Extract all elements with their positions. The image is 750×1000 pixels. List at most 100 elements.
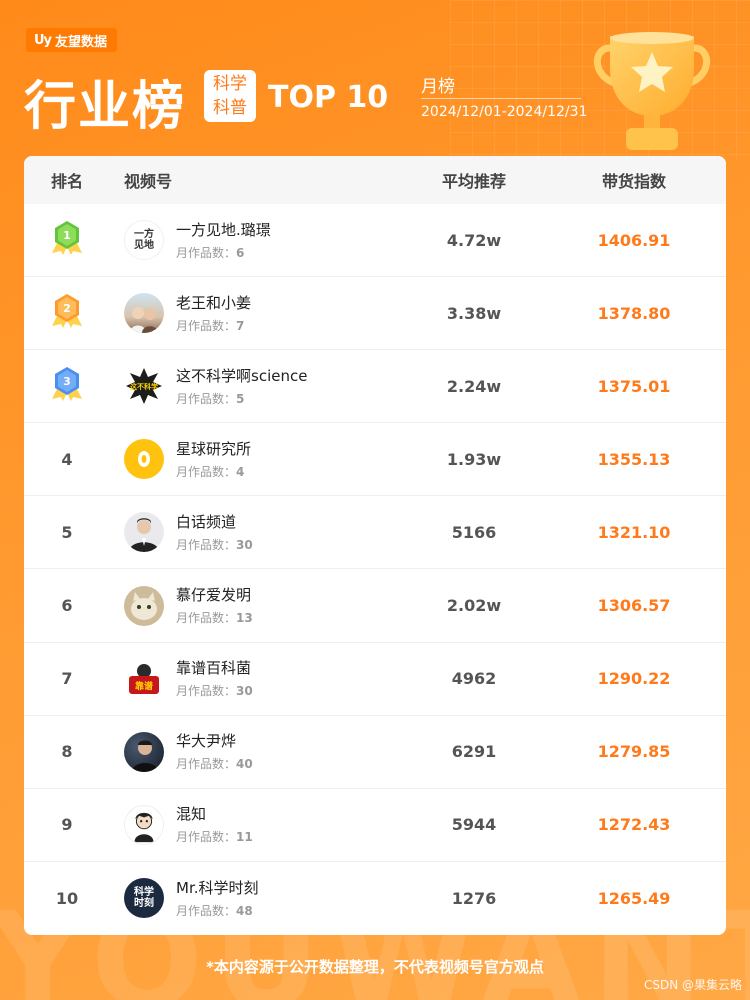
table-row[interactable]: 4 星球研究所 月作品数：4 1.93w 1355.13 — [24, 423, 726, 497]
brand-badge: Uy 友望数据 — [26, 28, 118, 52]
page-title: 行业榜 — [24, 77, 187, 137]
period-divider — [421, 98, 581, 99]
avg-recommend-value: 2.24w — [446, 376, 502, 396]
account-name[interactable]: 老王和小姜 — [176, 293, 251, 313]
couple-photo-icon — [130, 307, 158, 334]
planet-ring-logo-icon — [138, 451, 150, 468]
avatar — [124, 512, 164, 553]
account-name[interactable]: 一方见地.璐璟 — [176, 220, 271, 240]
table-row[interactable]: 7 靠谱 靠谱百科菌 月作品数：30 4962 1290.22 — [24, 643, 726, 716]
header-sales-index: 带货指数 — [601, 172, 666, 191]
table-row[interactable]: 2 老王和小姜 月作品数：7 3.38w 1378.80 — [24, 277, 726, 351]
account-cell: 靠谱 靠谱百科菌 月作品数：30 — [110, 658, 404, 699]
disclaimer-footnote: *本内容源于公开数据整理，不代表视频号官方观点 — [206, 958, 544, 976]
works-count: 13 — [236, 611, 253, 626]
account-name[interactable]: 华大尹烨 — [176, 731, 253, 751]
avg-recommend-value: 1.93w — [446, 449, 502, 469]
works-label: 月作品数： — [176, 245, 237, 260]
medal-rank-1: 1 — [63, 229, 71, 242]
category-line-2: 科普 — [213, 98, 247, 118]
account-name[interactable]: 慕仔爱发明 — [176, 585, 253, 605]
works-count: 4 — [236, 464, 245, 479]
works-count: 11 — [236, 830, 253, 845]
monthly-works: 月作品数：40 — [176, 755, 253, 772]
monthly-works: 月作品数：30 — [176, 682, 253, 699]
works-count: 7 — [236, 318, 245, 333]
green-medal-icon: 1 — [52, 221, 82, 256]
table-row[interactable]: 10 科学 时刻 Mr.科学时刻 月作品数：48 1276 1265.49 — [24, 862, 726, 935]
header-rank: 排名 — [50, 172, 83, 191]
table-row[interactable]: 6 慕仔爱发明 月作品数：13 2.02w 1306.57 — [24, 569, 726, 643]
works-label: 月作品数： — [176, 830, 237, 845]
category-badge: 科学 科普 — [204, 70, 256, 122]
works-count: 48 — [236, 903, 253, 918]
sales-index-value: 1321.10 — [597, 522, 671, 542]
works-count: 40 — [236, 757, 253, 772]
works-label: 月作品数： — [176, 537, 237, 552]
works-count: 5 — [236, 391, 245, 406]
avatar — [124, 804, 164, 845]
avg-recommend-value: 1276 — [451, 888, 497, 908]
avatar: 一方 见地 — [124, 220, 164, 261]
works-label: 月作品数： — [176, 318, 237, 333]
avg-recommend-value: 5944 — [451, 815, 497, 835]
avatar: 靠谱 — [124, 658, 164, 699]
avatar-text: 这不科学 — [130, 382, 158, 391]
rank-number: 10 — [55, 888, 79, 908]
avatar-text-2: 时刻 — [134, 898, 154, 910]
man-dark-portrait-icon — [132, 740, 158, 772]
account-cell: 混知 月作品数：11 — [110, 804, 404, 845]
category-line-1: 科学 — [213, 74, 247, 94]
sales-index-value: 1355.13 — [597, 449, 671, 469]
blue-medal-icon: 3 — [52, 367, 82, 402]
table-row[interactable]: 5 白话频道 月作品数：30 5166 1321.10 — [24, 496, 726, 570]
account-cell: 这不科学 这不科学啊science 月作品数：5 — [110, 366, 404, 407]
man-portrait-icon — [129, 518, 159, 553]
avatar-text: 靠谱 — [135, 680, 153, 692]
account-name[interactable]: 混知 — [176, 804, 253, 824]
works-count: 6 — [236, 245, 245, 260]
table-header: 排名 视频号 平均推荐 带货指数 — [24, 156, 726, 204]
medal-rank-2: 2 — [63, 302, 71, 315]
header-account: 视频号 — [124, 172, 173, 191]
period-range: 2024/12/01-2024/12/31 — [421, 104, 588, 120]
avatar — [124, 731, 164, 772]
rank-cell: 2 — [24, 292, 110, 334]
sales-index-value: 1406.91 — [597, 230, 671, 250]
works-label: 月作品数： — [176, 464, 237, 479]
account-cell: 星球研究所 月作品数：4 — [110, 439, 404, 480]
works-label: 月作品数： — [176, 391, 237, 406]
table-row[interactable]: 8 华大尹烨 月作品数：40 6291 1279.85 — [24, 716, 726, 789]
avatar — [124, 585, 164, 626]
ranking-table: 排名 视频号 平均推荐 带货指数 1 一方 见地 一方见地.璐璟 月作品数：6 … — [24, 156, 726, 935]
table-row[interactable]: 3 这不科学 这不科学啊science 月作品数：5 2.24w 1375.01 — [24, 350, 726, 424]
avg-recommend-value: 2.02w — [446, 596, 502, 616]
account-cell: 白话频道 月作品数：30 — [110, 512, 404, 553]
avg-recommend-value: 6291 — [451, 742, 497, 762]
rank-number: 5 — [61, 522, 73, 542]
header-avg-recommend: 平均推荐 — [441, 172, 506, 191]
monthly-works: 月作品数：6 — [176, 244, 271, 261]
sales-index-value: 1306.57 — [597, 596, 671, 616]
account-name[interactable]: 星球研究所 — [176, 439, 251, 459]
works-label: 月作品数： — [176, 684, 237, 699]
avatar-text-1: 一方 — [134, 229, 154, 241]
account-name[interactable]: 白话频道 — [176, 512, 253, 532]
sales-index-value: 1375.01 — [597, 376, 671, 396]
rank-number: 8 — [61, 742, 73, 762]
avatar: 科学 时刻 — [124, 878, 164, 919]
account-name[interactable]: 靠谱百科菌 — [176, 658, 253, 678]
rank-number: 6 — [61, 596, 73, 616]
account-name[interactable]: Mr.科学时刻 — [176, 878, 259, 898]
brand-name: 友望数据 — [55, 34, 108, 50]
rank-number: 7 — [61, 669, 73, 689]
avg-recommend-value: 4962 — [451, 669, 497, 689]
avg-recommend-value: 5166 — [451, 522, 497, 542]
table-row[interactable]: 9 混知 月作品数：11 5944 1272.43 — [24, 789, 726, 862]
works-count: 30 — [236, 684, 253, 699]
brand-logo-icon: Uy — [34, 32, 52, 48]
monthly-works: 月作品数：48 — [176, 902, 259, 919]
table-row[interactable]: 1 一方 见地 一方见地.璐璟 月作品数：6 4.72w 1406.91 — [24, 204, 726, 278]
account-name[interactable]: 这不科学啊science — [176, 366, 307, 386]
works-label: 月作品数： — [176, 611, 237, 626]
